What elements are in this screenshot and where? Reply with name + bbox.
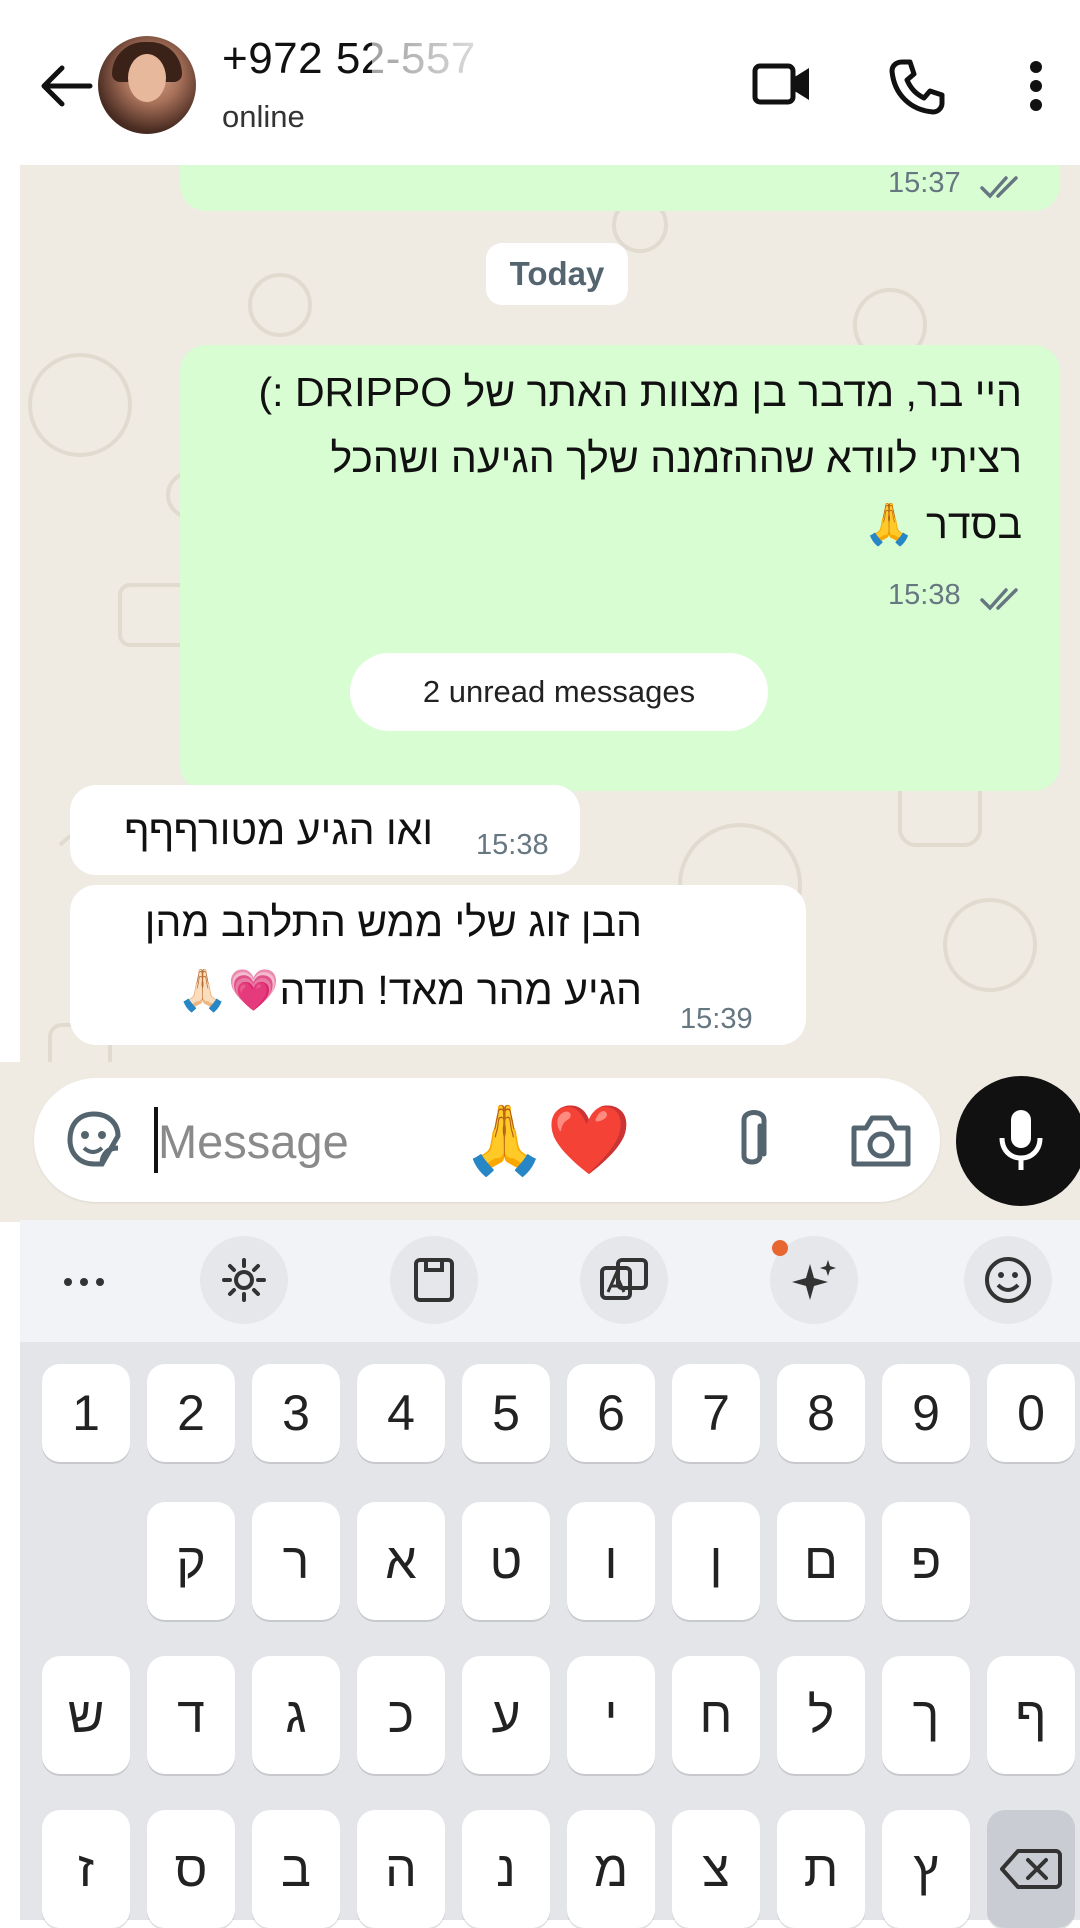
double-check-icon [980, 176, 1018, 199]
key[interactable]: צ [672, 1810, 760, 1928]
key[interactable]: נ [462, 1810, 550, 1928]
key[interactable]: ל [777, 1656, 865, 1774]
name-redaction [372, 40, 652, 82]
emoji-button[interactable] [964, 1236, 1052, 1324]
emoji-suggestions[interactable]: 🙏❤️ [462, 1100, 631, 1180]
key[interactable]: ם [777, 1502, 865, 1620]
camera-icon[interactable] [848, 1112, 914, 1170]
key[interactable]: ע [462, 1656, 550, 1774]
more-vert-icon[interactable] [1020, 58, 1052, 114]
video-call-icon[interactable] [752, 58, 812, 110]
key[interactable]: 7 [672, 1364, 760, 1462]
key[interactable]: ר [252, 1502, 340, 1620]
key[interactable]: 4 [357, 1364, 445, 1462]
key[interactable]: 5 [462, 1364, 550, 1462]
key[interactable]: 6 [567, 1364, 655, 1462]
phone-call-icon[interactable] [888, 58, 946, 116]
key[interactable]: כ [357, 1656, 445, 1774]
backspace-key[interactable] [987, 1810, 1075, 1928]
more-icon[interactable] [62, 1276, 106, 1288]
translate-button[interactable] [580, 1236, 668, 1324]
double-check-icon [980, 588, 1018, 611]
keyboard-keys: 1 2 3 4 5 6 7 8 9 0 ק ר א ט ו ן ם פ ש ד … [20, 1342, 1080, 1928]
sparkle-ai-icon [792, 1260, 836, 1300]
key[interactable]: ח [672, 1656, 760, 1774]
keyboard-toolbar [20, 1220, 1080, 1342]
mic-icon [999, 1110, 1043, 1170]
notification-dot [772, 1240, 788, 1256]
key[interactable]: 3 [252, 1364, 340, 1462]
key[interactable]: ט [462, 1502, 550, 1620]
arrow-back-icon[interactable] [38, 62, 94, 110]
chat-header: +972 52-557 online [0, 0, 1080, 165]
keyboard: 1 2 3 4 5 6 7 8 9 0 ק ר א ט ו ן ם פ ש ד … [20, 1220, 1080, 1928]
key[interactable]: 8 [777, 1364, 865, 1462]
key[interactable]: מ [567, 1810, 655, 1928]
key[interactable]: ו [567, 1502, 655, 1620]
key[interactable]: 1 [42, 1364, 130, 1462]
key[interactable]: ז [42, 1810, 130, 1928]
message-line: הבן זוג שלי ממש התלהב מהן [144, 899, 642, 945]
key[interactable]: 2 [147, 1364, 235, 1462]
key[interactable]: ץ [882, 1810, 970, 1928]
voice-message-button[interactable] [956, 1076, 1080, 1206]
message-line: בסדר 🙏 [863, 501, 1022, 547]
key[interactable]: ש [42, 1656, 130, 1774]
attach-icon[interactable] [730, 1108, 774, 1174]
key[interactable]: ף [987, 1656, 1075, 1774]
avatar[interactable] [98, 36, 196, 134]
message-time: 15:39 [680, 1003, 753, 1035]
message-line: הגיע מהר מאד! תודה💗🙏🏻 [177, 967, 642, 1013]
key[interactable]: ד [147, 1656, 235, 1774]
backspace-icon [1000, 1849, 1062, 1889]
message-time: 15:38 [476, 829, 549, 861]
message-text: ואו הגיע מטורףףף [124, 807, 433, 853]
key[interactable]: 9 [882, 1364, 970, 1462]
message-line: היי בר, מדבר בן מצוות האתר של DRIPPO :) [258, 369, 1023, 415]
key[interactable]: י [567, 1656, 655, 1774]
clipboard-button[interactable] [390, 1236, 478, 1324]
emoji-icon [985, 1257, 1031, 1303]
key[interactable]: פ [882, 1502, 970, 1620]
message-time: 15:38 [888, 579, 961, 611]
unread-messages-chip: 2 unread messages [350, 653, 768, 731]
key[interactable]: ה [357, 1810, 445, 1928]
key[interactable]: ב [252, 1810, 340, 1928]
key[interactable]: ת [777, 1810, 865, 1928]
settings-icon [222, 1258, 266, 1302]
key[interactable]: ן [672, 1502, 760, 1620]
key[interactable]: א [357, 1502, 445, 1620]
key[interactable]: ך [882, 1656, 970, 1774]
date-chip: Today [486, 243, 628, 305]
key[interactable]: 0 [987, 1364, 1075, 1462]
key[interactable]: ס [147, 1810, 235, 1928]
contact-status: online [222, 99, 305, 134]
key[interactable]: ק [147, 1502, 235, 1620]
settings-button[interactable] [200, 1236, 288, 1324]
clipboard-icon [414, 1258, 454, 1302]
key[interactable]: ג [252, 1656, 340, 1774]
sticker-icon[interactable] [62, 1108, 126, 1172]
translate-icon [600, 1258, 648, 1300]
message-input[interactable]: Message [158, 1114, 349, 1169]
message-time: 15:37 [888, 167, 961, 199]
message-line: רציתי לוודא שההזמנה שלך הגיעה ושהכל [330, 435, 1022, 481]
